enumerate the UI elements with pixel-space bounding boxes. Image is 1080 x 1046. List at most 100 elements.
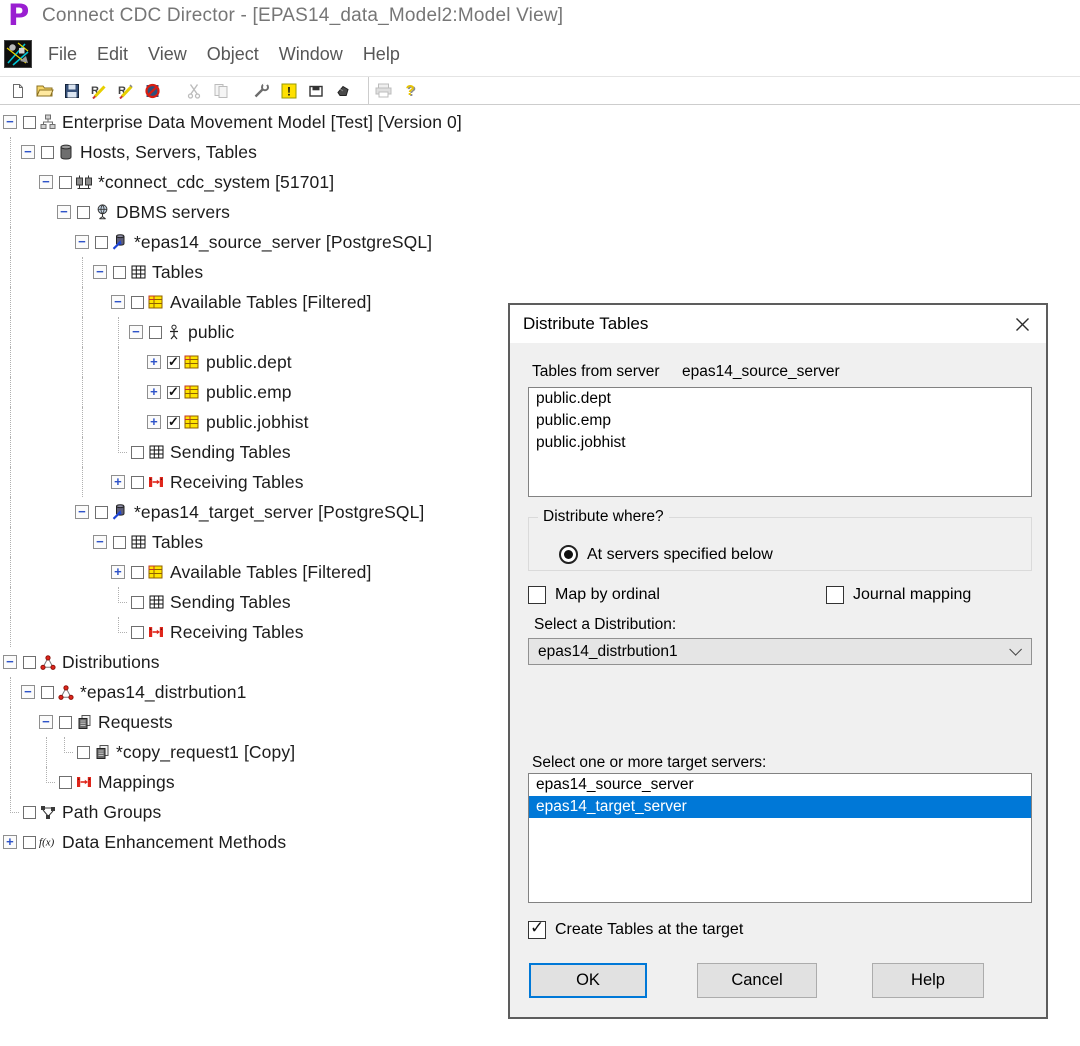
distribution-combobox[interactable]: epas14_distrbution1 — [528, 638, 1032, 665]
expand-icon[interactable]: + — [147, 385, 161, 399]
tree-item[interactable]: −*epas14_source_server [PostgreSQL] — [0, 227, 462, 257]
collapse-icon[interactable]: − — [93, 265, 107, 279]
no-entry-icon[interactable] — [143, 82, 162, 100]
tree-item[interactable]: − Tables — [0, 257, 462, 287]
collapse-icon[interactable]: − — [3, 655, 17, 669]
tree-item-label[interactable]: Hosts, Servers, Tables — [79, 142, 257, 163]
collapse-icon[interactable]: − — [111, 295, 125, 309]
list-item[interactable]: public.emp — [529, 410, 1031, 432]
warning-icon[interactable]: ! — [279, 82, 298, 100]
tree-item-label[interactable]: *epas14_source_server [PostgreSQL] — [133, 232, 432, 253]
tree-item[interactable]: +public.jobhist — [0, 407, 462, 437]
collapse-icon[interactable]: − — [21, 145, 35, 159]
tree-item[interactable]: − Enterprise Data Movement Model [Test] [… — [0, 107, 462, 137]
tree-item-label[interactable]: Tables — [151, 262, 203, 283]
tree-item[interactable]: +f(x)Data Enhancement Methods — [0, 827, 462, 857]
tree-checkbox[interactable] — [131, 596, 144, 609]
tree-item[interactable]: −Distributions — [0, 647, 462, 677]
tree-checkbox[interactable] — [23, 836, 36, 849]
target-servers-list[interactable]: epas14_source_serverepas14_target_server — [528, 773, 1032, 903]
tree-item-label[interactable]: *epas14_target_server [PostgreSQL] — [133, 502, 424, 523]
tree-item-label[interactable]: public — [187, 322, 234, 343]
close-icon[interactable] — [998, 305, 1046, 343]
tree-item-label[interactable]: Available Tables [Filtered] — [169, 292, 371, 313]
help-button[interactable]: Help — [872, 963, 984, 998]
tree-checkbox[interactable] — [131, 446, 144, 459]
tree-checkbox[interactable] — [167, 356, 180, 369]
tree-checkbox[interactable] — [59, 716, 72, 729]
tree-item-label[interactable]: Requests — [97, 712, 173, 733]
tree-item-label[interactable]: Path Groups — [61, 802, 161, 823]
tree-item[interactable]: − public — [0, 317, 462, 347]
collapse-icon[interactable]: − — [57, 205, 71, 219]
tree-item-label[interactable]: Tables — [151, 532, 203, 553]
tree-item[interactable]: + public.emp — [0, 377, 462, 407]
tree-checkbox[interactable] — [131, 626, 144, 639]
wrench-icon[interactable] — [252, 82, 271, 100]
list-item[interactable]: public.jobhist — [529, 432, 1031, 454]
list-item[interactable]: epas14_source_server — [529, 774, 1031, 796]
tree-item[interactable]: Sending Tables — [0, 437, 462, 467]
tree-item-label[interactable]: Sending Tables — [169, 442, 291, 463]
menu-object[interactable]: Object — [197, 44, 269, 65]
tree-checkbox[interactable] — [59, 776, 72, 789]
tree-checkbox[interactable] — [113, 536, 126, 549]
ok-button[interactable]: OK — [529, 963, 647, 998]
tree-checkbox[interactable] — [41, 686, 54, 699]
map-by-ordinal-checkbox[interactable] — [528, 586, 546, 604]
collapse-icon[interactable]: − — [93, 535, 107, 549]
tree-checkbox[interactable] — [41, 146, 54, 159]
tree-item[interactable]: Receiving Tables — [0, 617, 462, 647]
save-icon[interactable] — [62, 82, 81, 100]
tree-item[interactable]: Mappings — [0, 767, 462, 797]
expand-icon[interactable]: + — [3, 835, 17, 849]
tree-item[interactable]: *copy_request1 [Copy] — [0, 737, 462, 767]
tree-item[interactable]: + Receiving Tables — [0, 467, 462, 497]
collapse-icon[interactable]: − — [129, 325, 143, 339]
tree-checkbox[interactable] — [149, 326, 162, 339]
tree-item[interactable]: − Hosts, Servers, Tables — [0, 137, 462, 167]
tree-item-label[interactable]: Receiving Tables — [169, 622, 304, 643]
tree-item[interactable]: Path Groups — [0, 797, 462, 827]
tree-item-label[interactable]: Available Tables [Filtered] — [169, 562, 371, 583]
tree-checkbox[interactable] — [77, 206, 90, 219]
tree-item-label[interactable]: *epas14_distrbution1 — [79, 682, 246, 703]
expand-icon[interactable]: + — [111, 475, 125, 489]
expand-icon[interactable]: + — [111, 565, 125, 579]
tree-checkbox[interactable] — [167, 386, 180, 399]
tree-item-label[interactable]: Sending Tables — [169, 592, 291, 613]
source-tables-list[interactable]: public.deptpublic.emppublic.jobhist — [528, 387, 1032, 497]
tree-checkbox[interactable] — [23, 116, 36, 129]
tree-item[interactable]: +public.dept — [0, 347, 462, 377]
at-servers-radio[interactable] — [559, 545, 578, 564]
journal-mapping-checkbox[interactable] — [826, 586, 844, 604]
tree-checkbox[interactable] — [95, 236, 108, 249]
tree-checkbox[interactable] — [59, 176, 72, 189]
tree-item-label[interactable]: Enterprise Data Movement Model [Test] [V… — [61, 112, 462, 133]
tree-item-label[interactable]: public.emp — [205, 382, 292, 403]
tree-checkbox[interactable] — [23, 656, 36, 669]
expand-icon[interactable]: + — [147, 355, 161, 369]
tree-item[interactable]: −Requests — [0, 707, 462, 737]
r-pencil-alt-icon[interactable]: R — [116, 82, 135, 100]
tree-item-label[interactable]: Receiving Tables — [169, 472, 304, 493]
tree-item-label[interactable]: Data Enhancement Methods — [61, 832, 286, 853]
tree-checkbox[interactable] — [77, 746, 90, 759]
tree-item[interactable]: −*connect_cdc_system [51701] — [0, 167, 462, 197]
tree-checkbox[interactable] — [23, 806, 36, 819]
menu-view[interactable]: View — [138, 44, 197, 65]
menu-edit[interactable]: Edit — [87, 44, 138, 65]
build-icon[interactable] — [333, 82, 352, 100]
list-item[interactable]: public.dept — [529, 388, 1031, 410]
tree-item[interactable]: −*epas14_distrbution1 — [0, 677, 462, 707]
tree-item[interactable]: + Available Tables [Filtered] — [0, 557, 462, 587]
collapse-icon[interactable]: − — [39, 175, 53, 189]
save-model-icon[interactable] — [306, 82, 325, 100]
tree-item[interactable]: − Available Tables [Filtered] — [0, 287, 462, 317]
collapse-icon[interactable]: − — [3, 115, 17, 129]
menu-file[interactable]: File — [38, 44, 87, 65]
cancel-button[interactable]: Cancel — [697, 963, 817, 998]
tree-item-label[interactable]: *copy_request1 [Copy] — [115, 742, 295, 763]
tree-checkbox[interactable] — [95, 506, 108, 519]
help-icon[interactable]: ?? — [401, 82, 420, 100]
